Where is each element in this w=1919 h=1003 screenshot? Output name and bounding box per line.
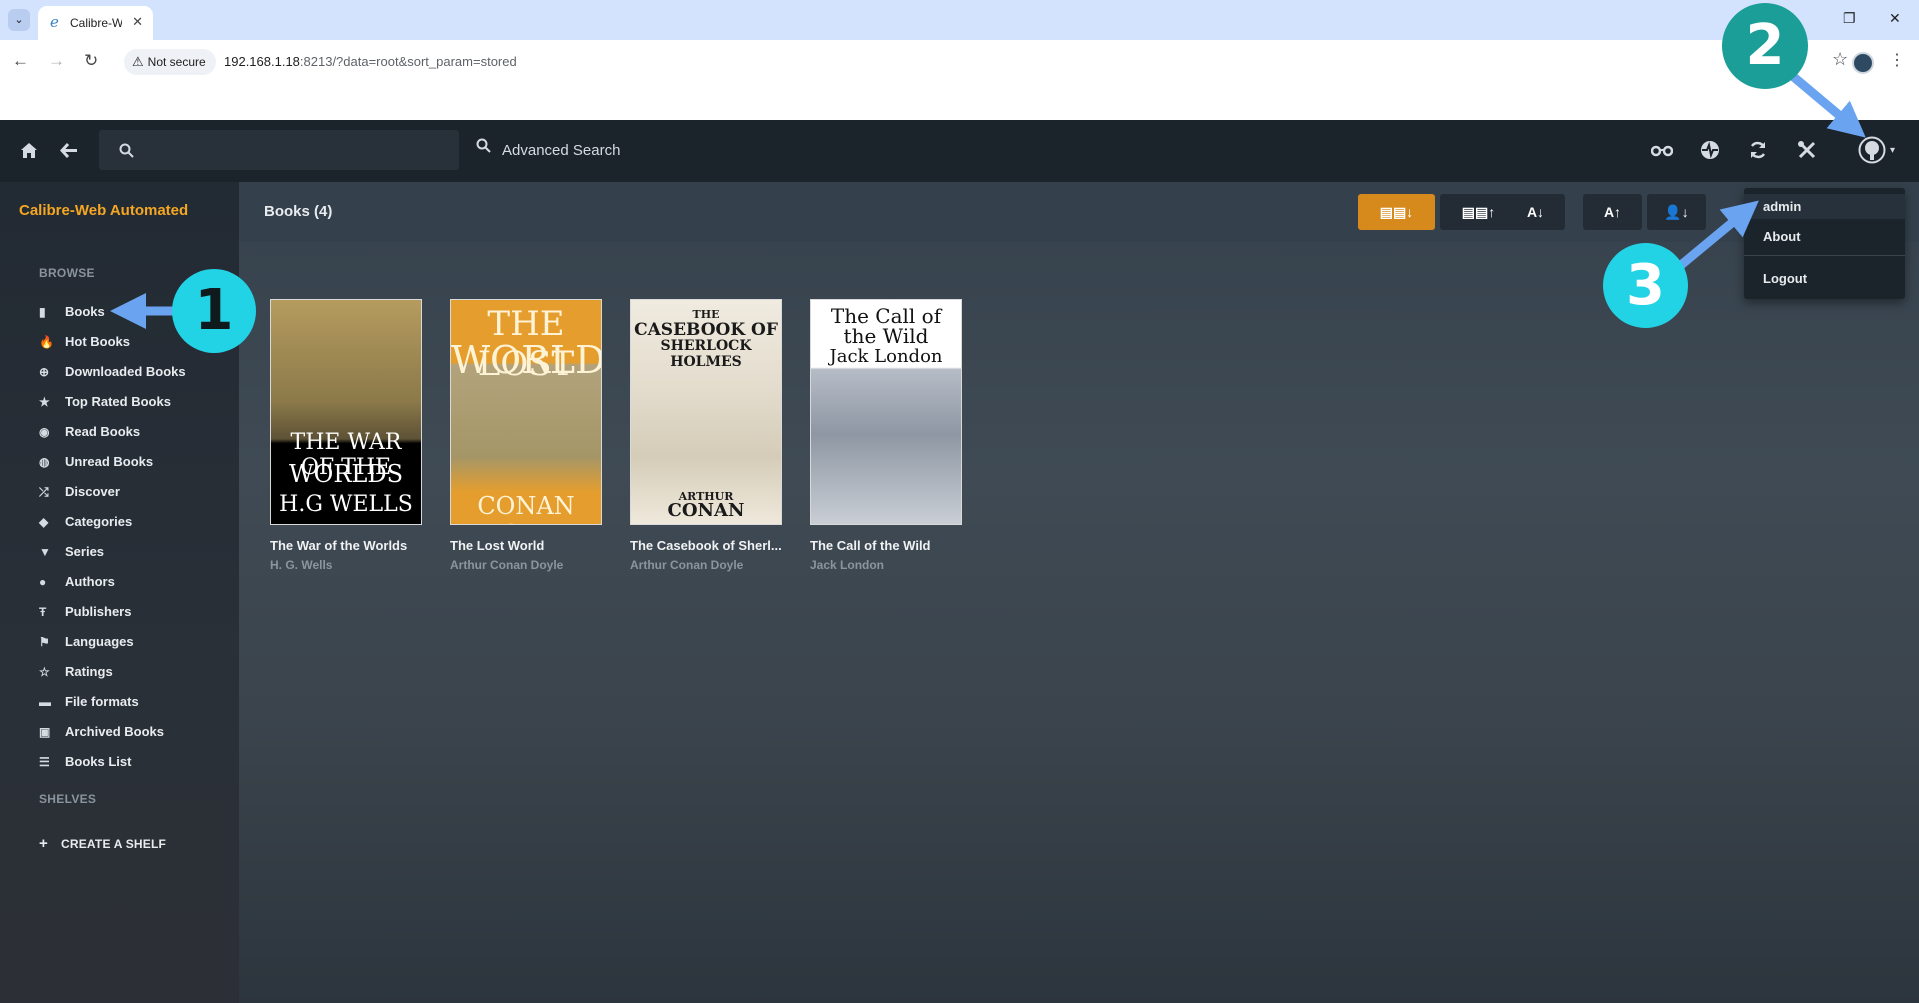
annotation-badge-2: 2	[1722, 3, 1808, 89]
annotation-arrows	[110, 64, 1866, 329]
annotation-badge-1: 1	[172, 269, 256, 353]
arrow-to-admin	[1672, 200, 1759, 274]
annotation-badge-3: 3	[1603, 243, 1688, 328]
